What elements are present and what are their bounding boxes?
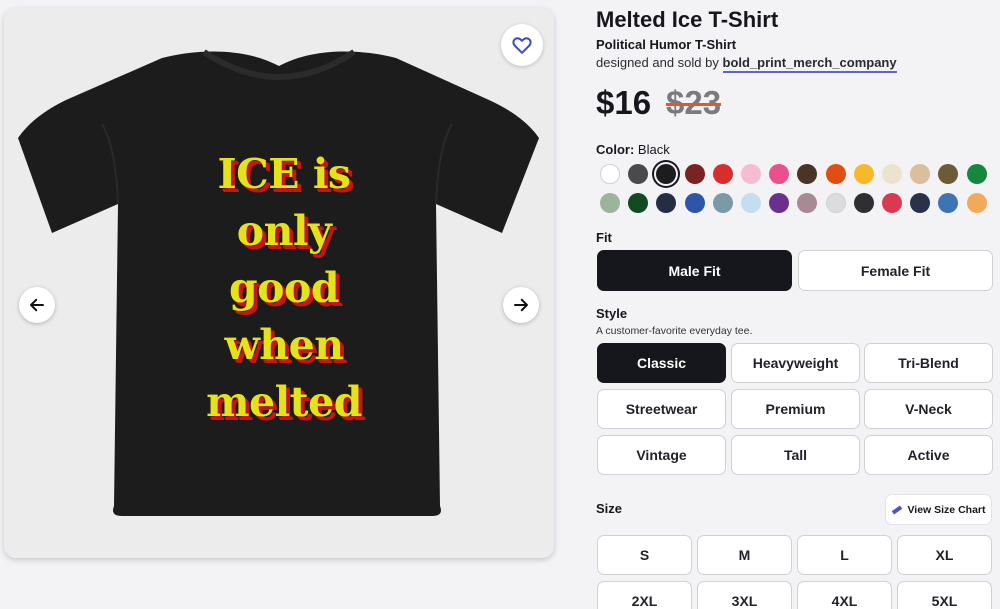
size-option-s[interactable]: S — [597, 535, 692, 575]
size-option-5xl[interactable]: 5XL — [897, 581, 992, 609]
sale-price: $16 — [596, 84, 652, 121]
design-line: melted — [206, 378, 362, 426]
color-swatch[interactable] — [656, 193, 677, 213]
color-swatch[interactable] — [769, 193, 790, 213]
size-option-2xl[interactable]: 2XL — [597, 581, 692, 609]
style-option-tall[interactable]: Tall — [731, 435, 860, 475]
design-line: only — [236, 207, 332, 255]
original-price: $23 — [666, 84, 722, 121]
favorite-button[interactable] — [501, 24, 543, 66]
color-swatch[interactable] — [938, 193, 959, 213]
color-label-prefix: Color: — [596, 142, 635, 157]
color-swatch[interactable] — [797, 164, 818, 184]
color-swatch[interactable] — [684, 164, 705, 184]
color-swatch[interactable] — [910, 193, 931, 213]
color-swatch[interactable] — [910, 164, 931, 184]
style-option-heavyweight[interactable]: Heavyweight — [731, 343, 860, 383]
color-swatch[interactable] — [769, 164, 790, 184]
color-swatch[interactable] — [628, 164, 649, 184]
heart-icon — [512, 37, 532, 54]
next-image-button[interactable] — [503, 287, 539, 323]
product-subtitle: Political Humor T-Shirt — [596, 37, 737, 52]
design-line: good — [228, 264, 340, 312]
view-size-chart-button[interactable]: View Size Chart — [885, 494, 992, 525]
arrow-right-icon — [514, 298, 528, 312]
shirt-design-text: ICE is only good when melted — [144, 146, 424, 431]
style-option-premium[interactable]: Premium — [731, 389, 860, 429]
color-swatch[interactable] — [966, 193, 987, 213]
color-swatch[interactable] — [684, 193, 705, 213]
style-option-streetwear[interactable]: Streetwear — [597, 389, 726, 429]
style-option-tri-blend[interactable]: Tri-Blend — [864, 343, 993, 383]
style-option-classic[interactable]: Classic — [597, 343, 726, 383]
color-swatch[interactable] — [712, 164, 733, 184]
style-option-active[interactable]: Active — [864, 435, 993, 475]
fit-option-male[interactable]: Male Fit — [597, 250, 792, 291]
previous-image-button[interactable] — [19, 287, 55, 323]
color-swatch[interactable] — [853, 164, 874, 184]
fit-option-female[interactable]: Female Fit — [798, 250, 993, 291]
color-swatch[interactable] — [712, 193, 733, 213]
seller-link[interactable]: bold_print_merch_company — [722, 55, 897, 73]
size-option-l[interactable]: L — [797, 535, 892, 575]
color-swatch[interactable] — [797, 193, 818, 213]
arrow-left-icon — [30, 298, 44, 312]
color-swatch[interactable] — [600, 164, 620, 184]
fit-label: Fit — [596, 230, 612, 245]
style-label: Style — [596, 306, 628, 321]
color-label: Color: Black — [596, 142, 670, 157]
color-swatch[interactable] — [741, 164, 761, 184]
color-swatch[interactable] — [656, 164, 677, 184]
product-gallery: ICE is only good when melted — [4, 8, 554, 558]
byline-prefix: designed and sold by — [596, 55, 719, 70]
seller-byline: designed and sold by bold_print_merch_co… — [596, 55, 897, 73]
selected-color-name: Black — [637, 142, 670, 157]
color-swatch[interactable] — [600, 193, 620, 213]
style-description: A customer-favorite everyday tee. — [596, 325, 753, 337]
product-title: Melted Ice T-Shirt — [596, 7, 779, 32]
color-swatch[interactable] — [628, 193, 649, 213]
size-label: Size — [596, 501, 623, 516]
design-line: ICE is — [217, 150, 352, 198]
size-option-m[interactable]: M — [697, 535, 792, 575]
color-swatch[interactable] — [825, 164, 846, 184]
size-option-4xl[interactable]: 4XL — [797, 581, 892, 609]
size-chart-label: View Size Chart — [907, 503, 986, 516]
size-option-3xl[interactable]: 3XL — [697, 581, 792, 609]
design-line: when — [224, 321, 345, 369]
style-option-v-neck[interactable]: V-Neck — [864, 389, 993, 429]
color-swatch[interactable] — [882, 164, 902, 184]
color-swatch[interactable] — [938, 164, 959, 184]
size-option-xl[interactable]: XL — [897, 535, 992, 575]
color-swatch[interactable] — [966, 164, 987, 184]
color-swatch[interactable] — [882, 193, 902, 213]
color-swatch[interactable] — [853, 193, 874, 213]
color-swatch[interactable] — [741, 193, 761, 213]
color-swatch[interactable] — [825, 193, 846, 213]
style-option-vintage[interactable]: Vintage — [597, 435, 726, 475]
ruler-icon — [892, 504, 903, 515]
